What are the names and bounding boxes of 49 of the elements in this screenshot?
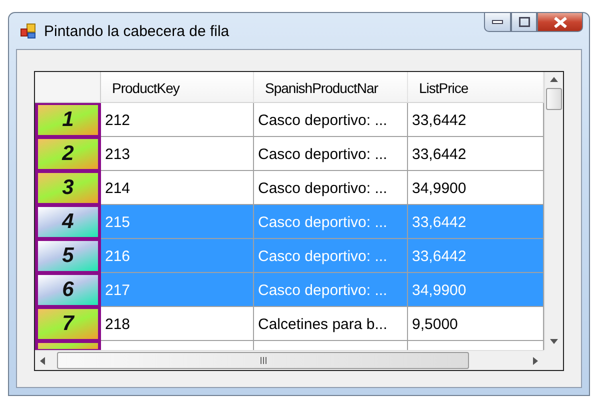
row-header[interactable]: 5 xyxy=(35,239,101,273)
table-cell: 217 xyxy=(101,273,254,307)
scroll-up-icon[interactable] xyxy=(550,76,558,84)
window-title: Pintando la cabecera de fila xyxy=(44,22,230,40)
row-header[interactable] xyxy=(35,341,101,350)
table-cell: Casco deportivo: ... xyxy=(254,103,408,137)
table-cell: 33,6442 xyxy=(408,205,544,239)
table-cell: Casco deportivo: ... xyxy=(254,171,408,205)
row-header[interactable]: 1 xyxy=(35,103,101,137)
horizontal-scrollbar[interactable] xyxy=(35,350,544,370)
table-cell: 215 xyxy=(101,205,254,239)
minimize-icon xyxy=(492,20,503,24)
table-cell: Casco deportivo: ... xyxy=(254,273,408,307)
grip-icon xyxy=(260,357,266,364)
table-cell: Casco deportivo: ... xyxy=(254,137,408,171)
table-cell: 213 xyxy=(101,137,254,171)
table-cell: 214 xyxy=(101,171,254,205)
row-header[interactable]: 3 xyxy=(35,171,101,205)
table-cell: 33,6442 xyxy=(408,103,544,137)
table-cell: Casco deportivo: ... xyxy=(254,239,408,273)
table-cell: 34,9900 xyxy=(408,171,544,205)
table-cell: Casco deportivo: ... xyxy=(254,205,408,239)
scroll-down-icon[interactable] xyxy=(550,338,558,346)
table-cell: 34,9900 xyxy=(408,273,544,307)
row-header[interactable]: 7 xyxy=(35,307,101,341)
column-header[interactable]: SpanishProductNar xyxy=(254,72,408,103)
table-cell: Calcetines para b... xyxy=(254,307,408,341)
scroll-left-icon[interactable] xyxy=(39,356,47,364)
close-button[interactable] xyxy=(537,12,583,32)
row-header[interactable]: 6 xyxy=(35,273,101,307)
vertical-scrollbar[interactable] xyxy=(544,72,563,350)
table-cell: 33,6442 xyxy=(408,137,544,171)
scroll-thumb[interactable] xyxy=(57,352,469,369)
close-icon xyxy=(554,16,566,28)
app-icon xyxy=(20,23,36,39)
row-header[interactable]: 2 xyxy=(35,137,101,171)
table-cell: 216 xyxy=(101,239,254,273)
table-cell: 33,6442 xyxy=(408,239,544,273)
maximize-button[interactable] xyxy=(511,12,537,32)
table-cell: 212 xyxy=(101,103,254,137)
table-cell: 9,5000 xyxy=(408,307,544,341)
row-header[interactable]: 4 xyxy=(35,205,101,239)
minimize-button[interactable] xyxy=(484,12,511,32)
scroll-thumb[interactable] xyxy=(546,88,562,110)
table-cell: 218 xyxy=(101,307,254,341)
column-header[interactable]: ListPrice xyxy=(408,72,544,103)
maximize-icon xyxy=(518,17,530,27)
scroll-right-icon[interactable] xyxy=(532,356,540,364)
column-header[interactable]: ProductKey xyxy=(101,72,254,103)
